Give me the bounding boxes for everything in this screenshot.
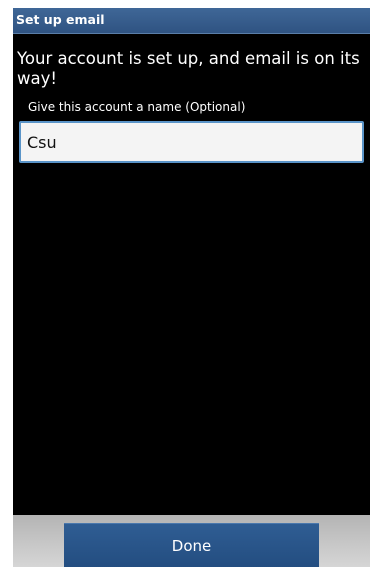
title-bar: Set up email: [13, 8, 370, 34]
done-button[interactable]: Done: [64, 523, 319, 567]
phone-screen: Set up email Your account is set up, and…: [13, 8, 370, 567]
bottom-button-bar: Done: [13, 515, 370, 567]
setup-complete-message: Your account is set up, and email is on …: [17, 49, 360, 88]
account-name-label: Give this account a name (Optional): [28, 100, 246, 114]
account-name-input[interactable]: [19, 121, 364, 163]
page-title: Set up email: [16, 12, 105, 27]
